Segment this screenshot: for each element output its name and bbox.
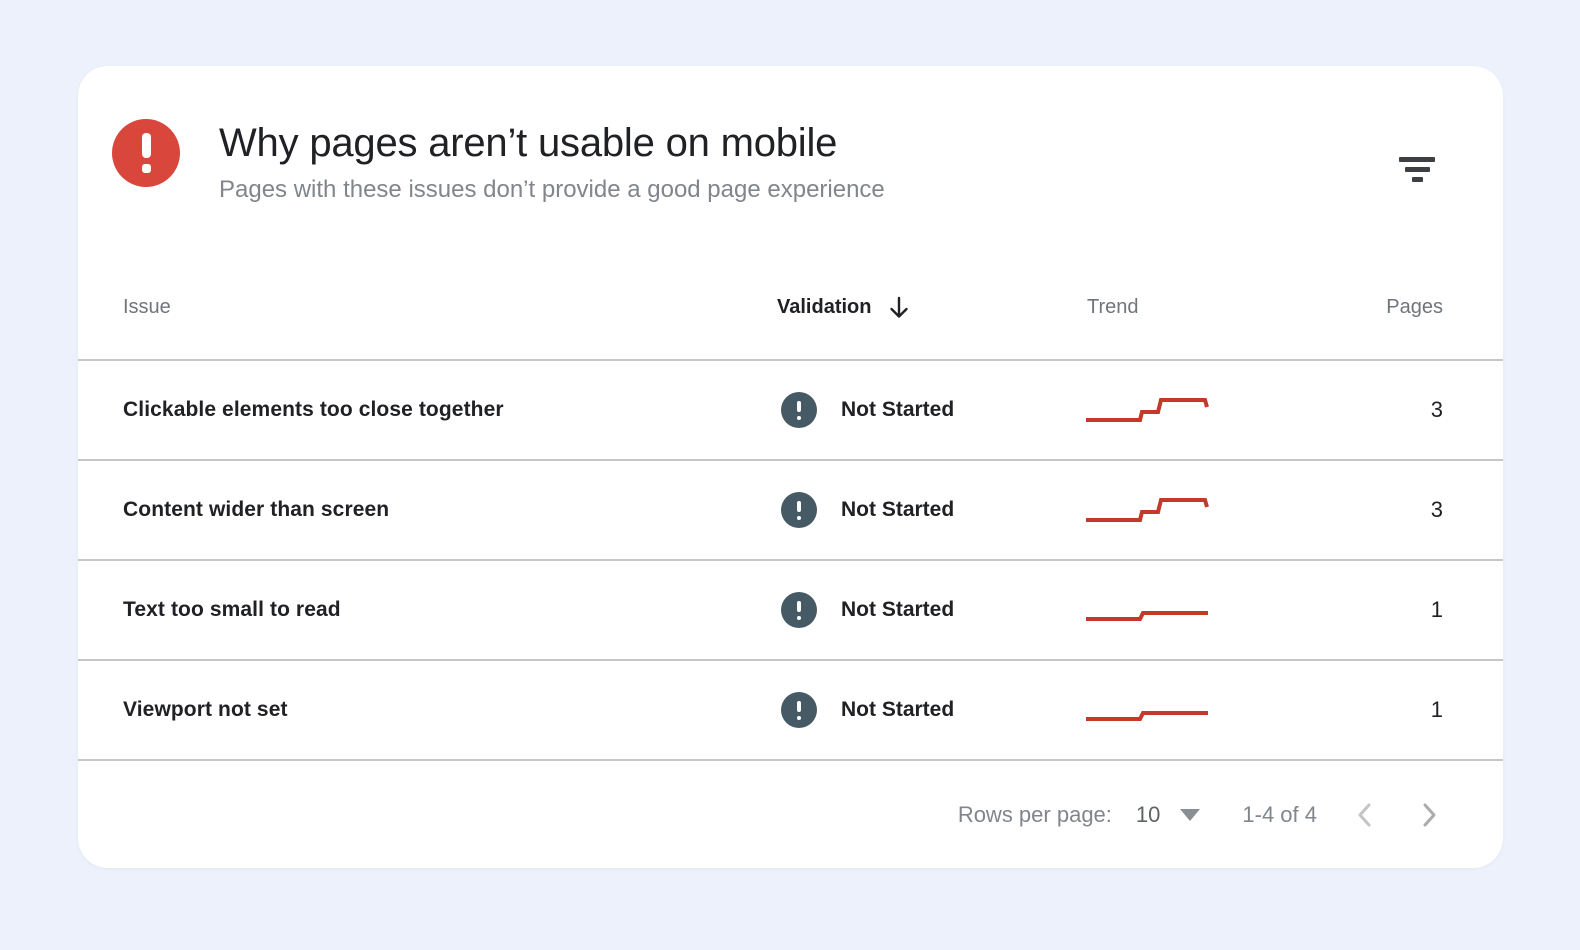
rows-per-page-label: Rows per page: [958, 802, 1112, 828]
issue-label[interactable]: Content wider than screen [123, 498, 777, 522]
issue-label[interactable]: Viewport not set [123, 698, 777, 722]
pages-count: 1 [1379, 697, 1443, 723]
dropdown-triangle-icon[interactable] [1180, 809, 1200, 821]
table-row[interactable]: Content wider than screen Not Started 3 [78, 461, 1503, 561]
not-started-icon [781, 592, 817, 628]
chevron-right-icon [1418, 801, 1440, 829]
validation-status: Not Started [841, 698, 954, 722]
pages-count: 1 [1379, 597, 1443, 623]
rows-per-page-select[interactable]: 10 [1136, 802, 1160, 828]
validation-cell: Not Started [777, 492, 1087, 528]
trend-sparkline [1087, 595, 1379, 625]
exclamation-bar [142, 133, 151, 158]
page-nav [1351, 801, 1443, 829]
table-header-row: Issue Validation Trend Pages [78, 224, 1503, 361]
chevron-left-icon [1354, 801, 1376, 829]
titles: Why pages aren’t usable on mobile Pages … [219, 119, 1395, 204]
issue-label[interactable]: Clickable elements too close together [123, 398, 777, 422]
filter-icon[interactable] [1395, 147, 1439, 191]
error-status-icon [112, 119, 180, 187]
table-row[interactable]: Text too small to read Not Started 1 [78, 561, 1503, 661]
exclamation-dot [142, 164, 151, 173]
validation-cell: Not Started [777, 592, 1087, 628]
page-title: Why pages aren’t usable on mobile [219, 119, 1395, 167]
trend-sparkline [1087, 695, 1379, 725]
trend-sparkline [1087, 495, 1379, 525]
table-row[interactable]: Viewport not set Not Started 1 [78, 661, 1503, 761]
not-started-icon [781, 692, 817, 728]
issue-label[interactable]: Text too small to read [123, 598, 777, 622]
column-header-pages[interactable]: Pages [1379, 296, 1443, 319]
validation-status: Not Started [841, 398, 954, 422]
pagination-range: 1-4 of 4 [1242, 802, 1317, 828]
validation-status: Not Started [841, 598, 954, 622]
page-subtitle: Pages with these issues don’t provide a … [219, 176, 1395, 204]
not-started-icon [781, 392, 817, 428]
column-header-validation[interactable]: Validation [777, 295, 1087, 321]
prev-page-button[interactable] [1351, 801, 1379, 829]
card-header: Why pages aren’t usable on mobile Pages … [78, 66, 1503, 224]
next-page-button[interactable] [1415, 801, 1443, 829]
not-started-icon [781, 492, 817, 528]
pagination-bar: Rows per page: 10 1-4 of 4 [78, 761, 1503, 868]
trend-sparkline [1087, 395, 1379, 425]
column-header-issue[interactable]: Issue [123, 296, 777, 319]
sort-desc-icon [887, 295, 911, 321]
column-header-trend[interactable]: Trend [1087, 296, 1379, 319]
pages-count: 3 [1379, 497, 1443, 523]
table-row[interactable]: Clickable elements too close together No… [78, 361, 1503, 461]
validation-cell: Not Started [777, 692, 1087, 728]
pages-count: 3 [1379, 397, 1443, 423]
validation-cell: Not Started [777, 392, 1087, 428]
validation-status: Not Started [841, 498, 954, 522]
mobile-usability-card: Why pages aren’t usable on mobile Pages … [78, 66, 1503, 868]
